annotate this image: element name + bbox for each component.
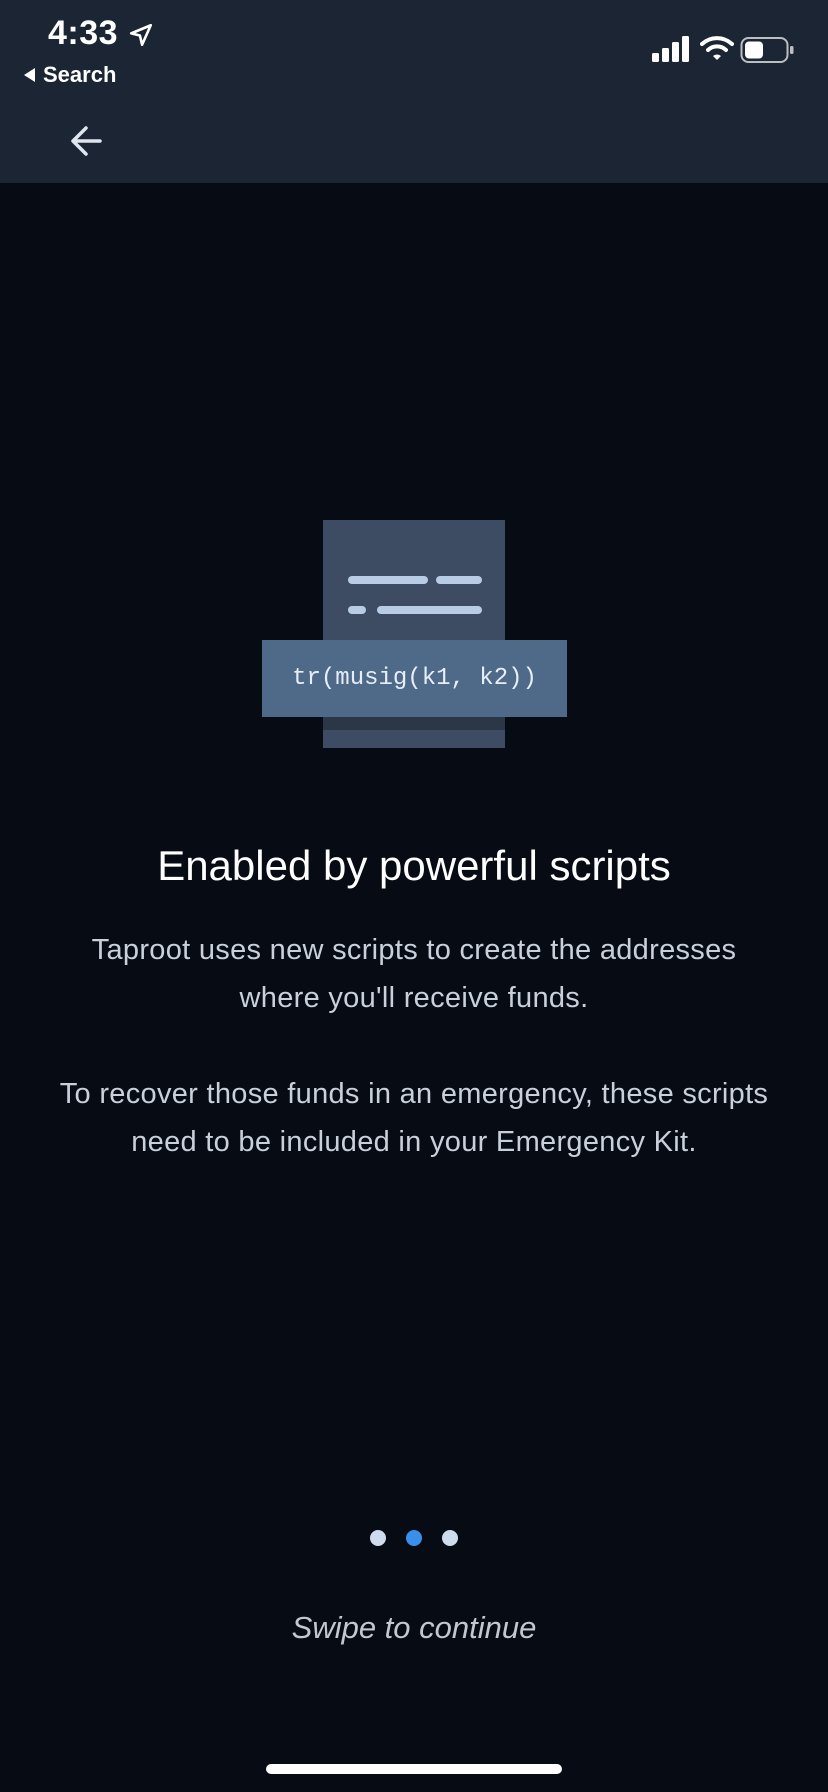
page-dot-3[interactable] [442,1530,458,1546]
back-app-label: Search [43,62,117,87]
doc-line [436,576,482,584]
wifi-icon [700,36,734,60]
back-to-app-link[interactable]: Search [24,62,116,88]
doc-line [348,576,428,584]
battery-icon [740,37,794,63]
doc-line [377,606,482,614]
top-bar: 4:33 Search [0,0,828,183]
description-paragraph-1: Taproot uses new scripts to create the a… [91,934,737,1014]
doc-shadow [323,716,505,730]
page-title: Enabled by powerful scripts [157,842,671,889]
page-dot-2-active[interactable] [406,1530,422,1546]
script-illustration: tr(musig(k1, k2)) [260,520,568,750]
description-paragraph-2: To recover those funds in an emergency, … [59,1078,769,1158]
cellular-signal-icon [652,36,689,62]
page-dot-1[interactable] [370,1530,386,1546]
status-time: 4:33 [48,14,119,52]
code-label: tr(musig(k1, k2)) [262,640,567,717]
back-triangle-icon [24,68,35,82]
page-indicator[interactable] [370,1530,458,1548]
home-indicator[interactable] [266,1764,562,1774]
location-arrow-icon [129,23,153,47]
swipe-hint: Swipe to continue [291,1610,537,1645]
doc-line [348,606,366,614]
back-arrow-icon[interactable] [66,120,108,162]
